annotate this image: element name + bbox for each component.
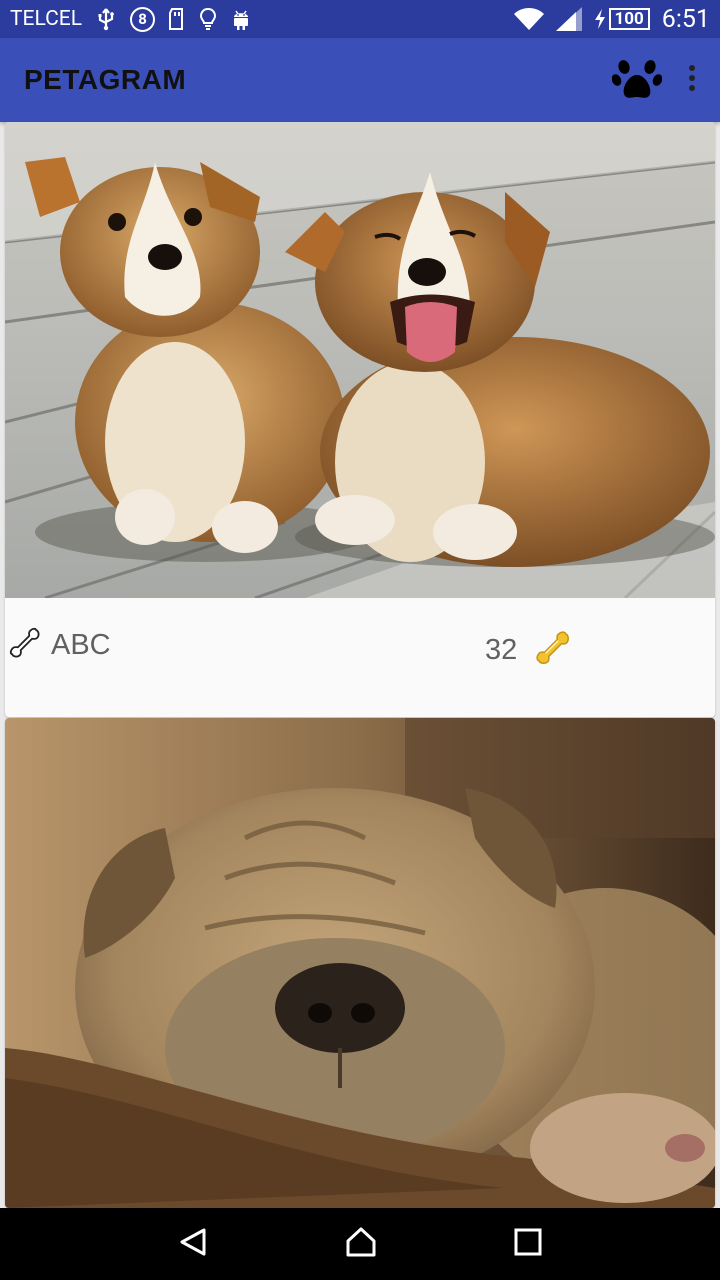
back-icon[interactable] — [178, 1227, 208, 1261]
battery-level: 100 — [614, 9, 644, 29]
sd-card-icon — [169, 8, 185, 30]
pet-photo — [5, 122, 715, 598]
pet-photo — [5, 718, 715, 1208]
pet-card — [5, 718, 715, 1208]
status-bar: TELCEL 8 100 6:51 — [0, 0, 720, 38]
pet-name: ABC — [51, 628, 111, 661]
recents-icon[interactable] — [514, 1228, 542, 1260]
usb-icon — [96, 7, 116, 31]
clock: 6:51 — [661, 4, 710, 34]
notification-count-icon: 8 — [130, 6, 156, 32]
overflow-menu-icon[interactable] — [688, 64, 696, 96]
app-title: PETAGRAM — [24, 64, 187, 95]
paw-icon[interactable] — [611, 55, 663, 105]
notification-count: 8 — [138, 10, 147, 28]
pet-card-footer: ABC 32 — [5, 598, 715, 717]
android-icon — [231, 7, 251, 31]
bone-outline-icon[interactable] — [5, 623, 45, 667]
pet-card: ABC 32 — [5, 122, 715, 717]
likes-count: 32 — [485, 633, 518, 666]
system-nav-bar — [0, 1208, 720, 1280]
bone-gold-icon — [531, 626, 575, 674]
home-icon[interactable] — [345, 1227, 377, 1261]
wifi-icon — [513, 7, 544, 31]
pet-list[interactable]: ABC 32 — [0, 122, 720, 1208]
app-bar: PETAGRAM — [0, 38, 720, 122]
lightbulb-icon — [199, 7, 217, 31]
carrier-name: TELCEL — [10, 7, 83, 31]
cell-signal-icon — [555, 7, 582, 31]
battery-icon: 100 — [594, 8, 650, 30]
